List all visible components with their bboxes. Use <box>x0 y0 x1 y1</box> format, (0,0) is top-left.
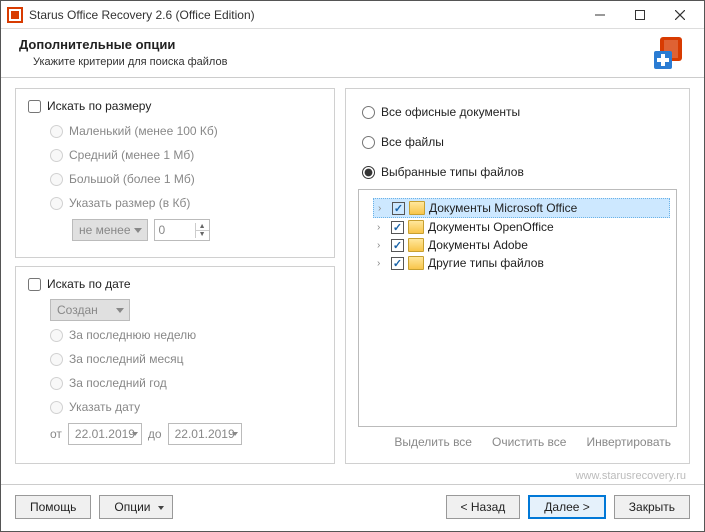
size-number-input[interactable]: 0 ▲▼ <box>154 219 210 241</box>
close-wizard-button[interactable]: Закрыть <box>614 495 690 519</box>
date-radio-month[interactable] <box>50 353 63 366</box>
tree-checkbox[interactable]: ✓ <box>391 221 404 234</box>
office-plus-icon <box>654 37 686 69</box>
size-radio-custom[interactable] <box>50 197 63 210</box>
tree-item-other[interactable]: › ✓ Другие типы файлов <box>373 254 670 272</box>
tree-label: Документы OpenOffice <box>428 220 554 234</box>
filetype-tree[interactable]: › ✓ Документы Microsoft Office › ✓ Докум… <box>358 189 677 427</box>
next-button[interactable]: Далее > <box>528 495 606 519</box>
date-check-label: Искать по дате <box>47 277 131 291</box>
date-from-input[interactable]: 22.01.2019 <box>68 423 142 445</box>
expand-icon[interactable]: › <box>377 258 387 269</box>
date-option-custom[interactable]: Указать дату <box>50 397 322 417</box>
date-option-year[interactable]: За последний год <box>50 373 322 393</box>
date-from-label: от <box>50 427 62 441</box>
filetype-panel: Все офисные документы Все файлы Выбранны… <box>345 88 690 464</box>
size-radio-small[interactable] <box>50 125 63 138</box>
left-column: Искать по размеру Маленький (менее 100 К… <box>15 88 335 464</box>
wizard-footer: Помощь Опции < Назад Далее > Закрыть <box>1 484 704 531</box>
filter-option-office[interactable]: Все офисные документы <box>362 105 677 119</box>
window-title: Starus Office Recovery 2.6 (Office Editi… <box>29 8 580 22</box>
size-checkbox[interactable] <box>28 100 41 113</box>
app-icon <box>7 7 23 23</box>
size-option-custom[interactable]: Указать размер (в Кб) <box>50 193 322 213</box>
website-url: www.starusrecovery.ru <box>1 470 704 484</box>
tree-item-openoffice[interactable]: › ✓ Документы OpenOffice <box>373 218 670 236</box>
date-radio-year[interactable] <box>50 377 63 390</box>
date-radio-week[interactable] <box>50 329 63 342</box>
close-button[interactable] <box>660 2 700 28</box>
tree-label: Другие типы файлов <box>428 256 544 270</box>
spin-up[interactable]: ▲ <box>195 223 209 231</box>
page-subtitle: Укажите критерии для поиска файлов <box>33 56 654 68</box>
folder-icon <box>409 201 425 215</box>
options-button[interactable]: Опции <box>99 495 173 519</box>
maximize-button[interactable] <box>620 2 660 28</box>
filter-radio-selected[interactable] <box>362 166 375 179</box>
size-option-medium[interactable]: Средний (менее 1 Мб) <box>50 145 322 165</box>
tree-checkbox[interactable]: ✓ <box>391 239 404 252</box>
expand-icon[interactable]: › <box>378 203 388 214</box>
size-radio-medium[interactable] <box>50 149 63 162</box>
page-title: Дополнительные опции <box>19 37 654 52</box>
custom-date-row: от 22.01.2019 до 22.01.2019 <box>50 423 322 445</box>
tree-checkbox[interactable]: ✓ <box>391 257 404 270</box>
back-button[interactable]: < Назад <box>446 495 521 519</box>
clear-all-link[interactable]: Очистить все <box>492 435 566 449</box>
select-all-link[interactable]: Выделить все <box>394 435 472 449</box>
expand-icon[interactable]: › <box>377 240 387 251</box>
filter-option-selected[interactable]: Выбранные типы файлов <box>362 165 677 179</box>
size-option-small[interactable]: Маленький (менее 100 Кб) <box>50 121 322 141</box>
invert-link[interactable]: Инвертировать <box>586 435 671 449</box>
folder-icon <box>408 220 424 234</box>
date-type-combo[interactable]: Создан <box>50 299 130 321</box>
size-number-value: 0 <box>155 223 195 237</box>
size-panel: Искать по размеру Маленький (менее 100 К… <box>15 88 335 258</box>
size-option-large[interactable]: Большой (более 1 Мб) <box>50 169 322 189</box>
folder-icon <box>408 238 424 252</box>
date-option-week[interactable]: За последнюю неделю <box>50 325 322 345</box>
filter-radio-office[interactable] <box>362 106 375 119</box>
help-button[interactable]: Помощь <box>15 495 91 519</box>
size-radio-large[interactable] <box>50 173 63 186</box>
search-by-date-check[interactable]: Искать по дате <box>28 277 322 291</box>
size-combo[interactable]: не менее <box>72 219 148 241</box>
date-radio-custom[interactable] <box>50 401 63 414</box>
tree-label: Документы Adobe <box>428 238 528 252</box>
spin-down[interactable]: ▼ <box>195 231 209 238</box>
content-area: Искать по размеру Маленький (менее 100 К… <box>1 78 704 470</box>
tree-item-adobe[interactable]: › ✓ Документы Adobe <box>373 236 670 254</box>
date-to-input[interactable]: 22.01.2019 <box>168 423 242 445</box>
expand-icon[interactable]: › <box>377 222 387 233</box>
date-checkbox[interactable] <box>28 278 41 291</box>
date-to-label: до <box>148 427 162 441</box>
filter-radio-all[interactable] <box>362 136 375 149</box>
folder-icon <box>408 256 424 270</box>
minimize-button[interactable] <box>580 2 620 28</box>
date-panel: Искать по дате Создан За последнюю недел… <box>15 266 335 464</box>
wizard-header: Дополнительные опции Укажите критерии дл… <box>1 29 704 78</box>
tree-checkbox[interactable]: ✓ <box>392 202 405 215</box>
size-check-label: Искать по размеру <box>47 99 151 113</box>
tree-actions: Выделить все Очистить все Инвертировать <box>358 427 677 451</box>
tree-label: Документы Microsoft Office <box>429 201 577 215</box>
titlebar: Starus Office Recovery 2.6 (Office Editi… <box>1 1 704 29</box>
date-option-month[interactable]: За последний месяц <box>50 349 322 369</box>
search-by-size-check[interactable]: Искать по размеру <box>28 99 322 113</box>
tree-item-ms-office[interactable]: › ✓ Документы Microsoft Office <box>373 198 670 218</box>
custom-size-row: не менее 0 ▲▼ <box>72 219 322 241</box>
filter-option-all[interactable]: Все файлы <box>362 135 677 149</box>
